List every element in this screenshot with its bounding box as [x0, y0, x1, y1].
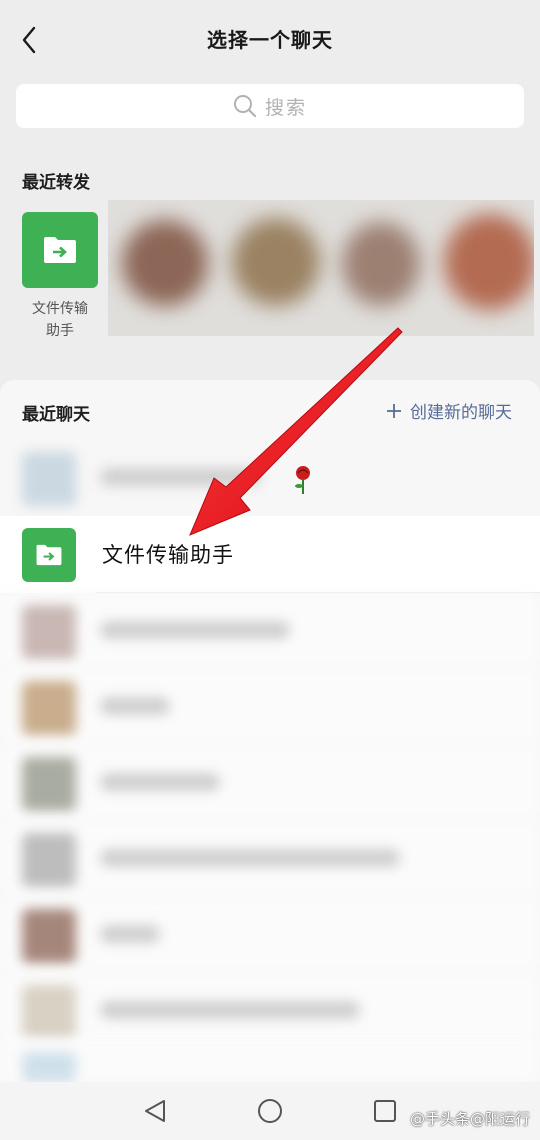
recent-forward-name: 文件传输 助手: [32, 301, 88, 339]
file-transfer-icon: [36, 544, 62, 566]
page-title: 选择一个聊天: [207, 28, 333, 52]
avatar: [22, 528, 76, 582]
chat-row[interactable]: [0, 593, 540, 669]
plus-icon: [387, 403, 401, 418]
chat-row[interactable]: [0, 440, 540, 516]
chat-row[interactable]: [0, 669, 540, 745]
avatar: [22, 452, 76, 506]
chat-row[interactable]: [0, 745, 540, 821]
search-placeholder: 搜索: [264, 96, 307, 119]
chat-row-file-transfer-assistant[interactable]: 文件传输助手: [0, 516, 540, 593]
avatar: [22, 909, 76, 963]
chat-row[interactable]: [0, 1040, 540, 1082]
chat-row[interactable]: [0, 821, 540, 897]
recent-forward-file-transfer[interactable]: [22, 212, 98, 288]
rose-emoji-icon: [290, 464, 316, 500]
chat-row[interactable]: [0, 897, 540, 973]
chat-row[interactable]: [0, 973, 540, 1049]
search-icon: [233, 95, 257, 118]
recent-chats-label: 最近聊天: [22, 405, 90, 425]
watermark: @手头条@阳运行: [409, 1110, 530, 1128]
create-new-chat-label: 创建新的聊天: [410, 403, 512, 423]
avatar: [22, 1052, 76, 1082]
avatar: [22, 681, 76, 735]
nav-back-icon[interactable]: [142, 1098, 168, 1124]
avatar: [22, 833, 76, 887]
search-bar[interactable]: 搜索: [16, 84, 524, 128]
contact-name: 文件传输助手: [102, 543, 234, 567]
nav-recents-icon[interactable]: [372, 1098, 398, 1124]
create-new-chat-button[interactable]: 创建新的聊天: [386, 398, 512, 423]
blurred-recent-contacts: [108, 200, 534, 336]
nav-home-icon[interactable]: [257, 1098, 283, 1124]
avatar: [22, 757, 76, 811]
recent-forward-label: 最近转发: [22, 173, 90, 193]
file-transfer-icon: [44, 237, 76, 263]
top-bar: 选择一个聊天: [0, 0, 540, 80]
avatar: [22, 605, 76, 659]
avatar: [22, 985, 76, 1039]
